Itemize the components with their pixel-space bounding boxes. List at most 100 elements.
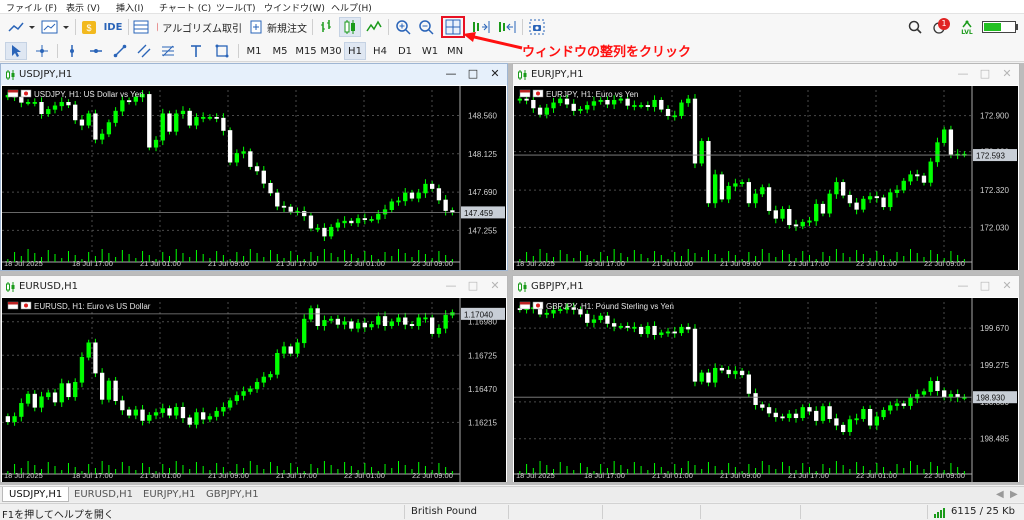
- tile-windows-icon: [445, 19, 461, 35]
- templates-dropdown[interactable]: [40, 17, 72, 37]
- screenshot-button[interactable]: [527, 17, 547, 37]
- maximize-button[interactable]: □: [979, 68, 991, 80]
- tab-eurusd[interactable]: EURUSD,H1: [68, 487, 139, 502]
- chart-window-eurusd[interactable]: EURUSD,H1 — □ ✕ 1.16980 1.16725 1.16470 1.1…: [0, 275, 508, 483]
- menu-view[interactable]: 表示 (V): [66, 1, 100, 14]
- minimize-button[interactable]: —: [445, 68, 457, 80]
- candle-bull: [241, 391, 246, 396]
- menu-insert[interactable]: 挿入(I): [116, 1, 144, 14]
- candlestick-chart[interactable]: 172.900172.620172.320172.03018 Jul 20251…: [514, 86, 1018, 270]
- close-button[interactable]: ✕: [1001, 68, 1013, 80]
- minimize-button[interactable]: —: [445, 280, 457, 292]
- new-order-button[interactable]: 新規注文: [248, 17, 308, 37]
- chart-window-titlebar[interactable]: GBPJPY,H1 — □ ✕: [513, 276, 1019, 297]
- chart-window-titlebar[interactable]: EURJPY,H1 — □ ✕: [513, 64, 1019, 85]
- line-chart-button[interactable]: [364, 17, 384, 37]
- chart-window-titlebar[interactable]: EURUSD,H1 — □ ✕: [1, 276, 507, 297]
- tab-gbpjpy[interactable]: GBPJPY,H1: [200, 487, 265, 502]
- crosshair-tool[interactable]: [31, 42, 53, 60]
- x-tick-label: 21 Jul 09:00: [720, 259, 761, 268]
- tf-d1[interactable]: D1: [394, 42, 416, 60]
- candle-bear: [227, 130, 233, 163]
- candle-bear: [834, 418, 839, 426]
- bar-chart-button[interactable]: [316, 17, 336, 37]
- chart-type-dropdown[interactable]: [6, 17, 36, 37]
- shapes-tool[interactable]: [212, 42, 232, 60]
- text-tool[interactable]: [186, 42, 206, 60]
- chart-canvas[interactable]: 1.16980 1.16725 1.16470 1.16215 18 Jul 2025 1…: [2, 298, 506, 482]
- candle-bull: [578, 108, 583, 111]
- candle-bear: [726, 369, 731, 375]
- maximize-button[interactable]: □: [467, 280, 479, 292]
- maximize-button[interactable]: □: [467, 68, 479, 80]
- status-profile[interactable]: British Pound: [411, 506, 477, 517]
- chart-window-usdjpy[interactable]: USDJPY,H1 — □ ✕ 148.560 148.125 147.690 147…: [0, 63, 508, 271]
- tf-h1[interactable]: H1: [344, 42, 366, 60]
- close-button[interactable]: ✕: [489, 68, 501, 80]
- menu-tools[interactable]: ツール(T): [216, 1, 256, 14]
- zoom-out-button[interactable]: [416, 17, 436, 37]
- candle-bull: [120, 100, 125, 112]
- fibonacci-tool[interactable]: [158, 42, 178, 60]
- candlestick-chart-button[interactable]: [339, 17, 361, 37]
- minimize-button[interactable]: —: [957, 68, 969, 80]
- chart-window-gbpjpy[interactable]: GBPJPY,H1 — □ ✕ 199.670199.275198.880198…: [512, 275, 1020, 483]
- chart-canvas[interactable]: 199.670199.275198.880198.48518 Jul 20251…: [514, 298, 1018, 482]
- menu-chart[interactable]: チャート (C): [159, 1, 211, 14]
- candle-bull: [396, 200, 401, 203]
- chart-template-icon: [41, 20, 69, 34]
- market-button[interactable]: $: [80, 17, 98, 37]
- tf-m1[interactable]: M1: [243, 42, 265, 60]
- close-button[interactable]: ✕: [1001, 280, 1013, 292]
- candle-bear: [605, 315, 610, 324]
- candle-bull: [598, 99, 603, 102]
- candle-bear: [180, 406, 186, 419]
- candle-bear: [665, 108, 671, 116]
- tab-usdjpy[interactable]: USDJPY,H1: [2, 487, 70, 502]
- algo-trading-button[interactable]: アルゴリズム取引: [156, 17, 242, 37]
- tf-w1[interactable]: W1: [419, 42, 441, 60]
- ide-button[interactable]: IDE: [102, 17, 124, 37]
- tf-m5[interactable]: M5: [268, 42, 292, 60]
- chart-canvas[interactable]: 172.900172.620172.320172.03018 Jul 20251…: [514, 86, 1018, 270]
- tf-m15[interactable]: M15: [294, 42, 318, 60]
- horizontal-line-tool[interactable]: [86, 42, 106, 60]
- chart-window-eurjpy[interactable]: EURJPY,H1 — □ ✕ 172.900172.620172.320172…: [512, 63, 1020, 271]
- zoom-in-button[interactable]: [393, 17, 413, 37]
- candlestick-chart[interactable]: 199.670199.275198.880198.48518 Jul 20251…: [514, 298, 1018, 482]
- candle-bull: [867, 196, 873, 200]
- candle-bear: [32, 393, 37, 408]
- candle-bull: [928, 161, 933, 183]
- candle-bull: [928, 381, 933, 392]
- cursor-tool[interactable]: [5, 42, 27, 60]
- channel-tool[interactable]: [134, 42, 154, 60]
- close-button[interactable]: ✕: [489, 280, 501, 292]
- candle-bear: [571, 103, 576, 111]
- candle-bull: [281, 346, 287, 354]
- toolbox-button[interactable]: [132, 17, 150, 37]
- candlestick-chart[interactable]: 148.560 148.125 147.690 147.255 18 Jul 2025 1…: [2, 86, 506, 270]
- messages-button[interactable]: 1: [928, 17, 952, 37]
- candle-bull: [322, 320, 327, 326]
- trendline-tool[interactable]: [110, 42, 130, 60]
- search-button[interactable]: [905, 17, 925, 37]
- candle-bull: [248, 388, 253, 392]
- minimize-button[interactable]: —: [957, 280, 969, 292]
- menu-window[interactable]: ウインドウ(W): [264, 1, 325, 14]
- tab-eurjpy[interactable]: EURJPY,H1: [137, 487, 202, 502]
- candle-bull: [275, 353, 280, 375]
- tabs-scroll-right[interactable]: ▶: [1006, 487, 1022, 502]
- chart-canvas[interactable]: 148.560 148.125 147.690 147.255 18 Jul 2025 1…: [2, 86, 506, 270]
- tf-h4[interactable]: H4: [369, 42, 391, 60]
- vertical-line-tool[interactable]: [62, 42, 82, 60]
- candle-bull: [295, 342, 300, 354]
- menu-file[interactable]: ファイル (F): [6, 1, 57, 14]
- chart-window-titlebar[interactable]: USDJPY,H1 — □ ✕: [1, 64, 507, 85]
- maximize-button[interactable]: □: [979, 280, 991, 292]
- status-bar: F1を押してヘルプを開く British Pound 6115 / 25 Kb: [0, 503, 1024, 520]
- candle-bull: [733, 370, 738, 375]
- candlestick-chart[interactable]: 1.169801.167251.164701.1621518 Jul 2025 1…: [2, 298, 506, 482]
- candle-bull: [699, 372, 704, 382]
- tf-m30[interactable]: M30: [319, 42, 343, 60]
- menu-help[interactable]: ヘルプ(H): [331, 1, 372, 14]
